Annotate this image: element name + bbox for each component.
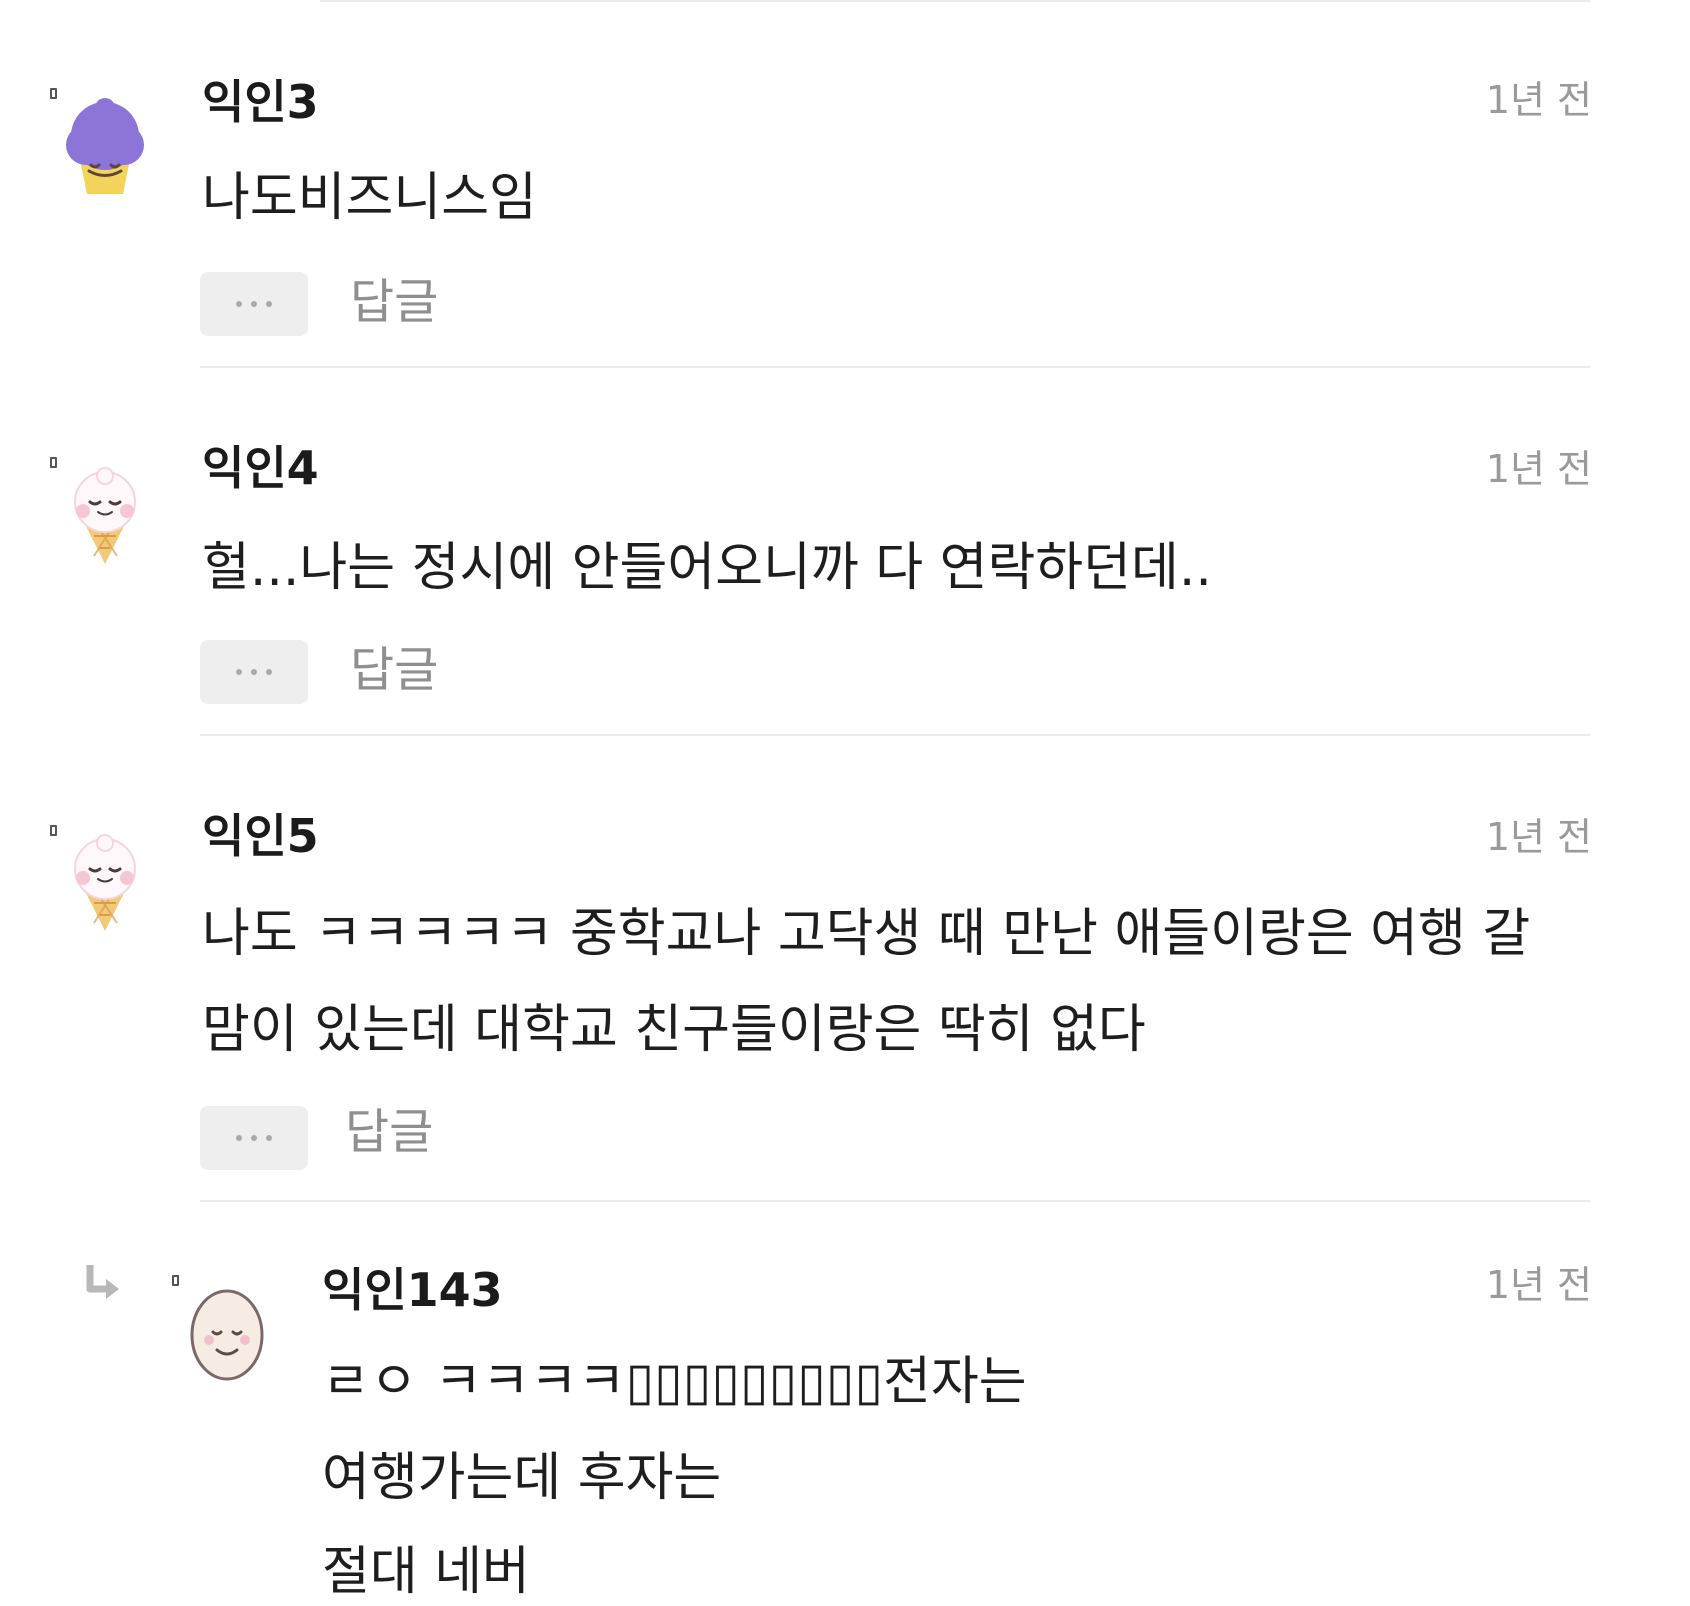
comment-body-line: 맘이 있는데 대학교 친구들이랑은 딱히 없다 [202,1000,1146,1060]
comment-body-line: 나도 ㅋㅋㅋㅋㅋ 중학교나 고닥생 때 만난 애들이랑은 여행 갈 [202,904,1531,964]
comment-time: 1년 전 [1485,815,1592,859]
reply-time: 1년 전 [1485,1263,1592,1307]
top-divider [320,0,1590,2]
more-options-button[interactable] [200,272,308,336]
comment-time: 1년 전 [1485,447,1592,491]
more-dot-icon [251,669,257,675]
comment-marker-icon [50,88,57,99]
purple-ice-cream-icon [66,98,144,194]
reply-arrow-icon [86,1265,119,1299]
comment-divider [200,1200,1590,1202]
reply-body-line: ㄹㅇ ㅋㅋㅋㅋ▯▯▯▯▯▯▯▯▯전자는 [322,1352,1027,1412]
comment-body-line: 헐...나는 정시에 안들어오니까 다 연락하던데.. [202,538,1212,598]
comment-marker-icon [172,1275,179,1286]
egg-face-icon [190,1289,264,1381]
comment-divider [200,366,1590,368]
reply-body-line: 여행가는데 후자는 [322,1448,722,1508]
reply-button[interactable]: 답글 [350,640,438,700]
comment-author: 익인4 [202,441,319,495]
vanilla-ice-cream-cone-icon [74,467,136,564]
comment-author: 익인3 [202,75,319,129]
comment-author: 익인5 [202,809,319,863]
comment-time: 1년 전 [1485,78,1592,122]
more-dot-icon [266,669,272,675]
more-dot-icon [266,301,272,307]
comment-marker-icon [50,457,57,468]
more-dot-icon [236,1135,242,1141]
more-dot-icon [236,669,242,675]
more-dot-icon [251,1135,257,1141]
reply-button[interactable]: 답글 [350,272,438,332]
more-options-button[interactable] [200,1106,308,1170]
more-dot-icon [236,301,242,307]
more-dot-icon [251,301,257,307]
reply-button[interactable]: 답글 [345,1102,433,1162]
more-options-button[interactable] [200,640,308,704]
more-dot-icon [266,1135,272,1141]
comment-body-line: 나도비즈니스임 [202,168,537,228]
reply-body-line: 절대 네버 [322,1542,530,1602]
comment-marker-icon [50,825,57,836]
vanilla-ice-cream-cone-icon [74,834,136,931]
comment-divider [200,734,1590,736]
reply-author: 익인143 [322,1263,503,1317]
